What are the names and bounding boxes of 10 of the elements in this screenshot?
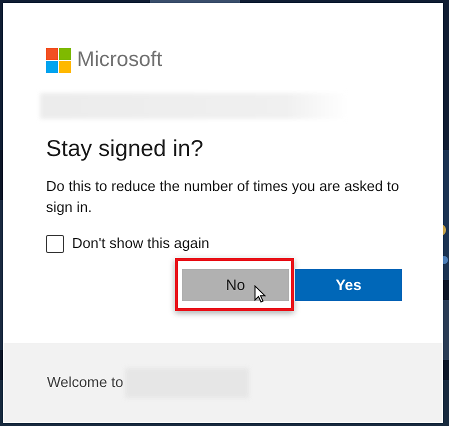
- checkbox[interactable]: [46, 235, 64, 253]
- brand-name: Microsoft: [77, 48, 162, 72]
- footer-text: Welcome to: [47, 375, 124, 391]
- yes-button[interactable]: Yes: [295, 269, 402, 301]
- dialog-title: Stay signed in?: [46, 134, 204, 163]
- checkbox-label[interactable]: Don't show this again: [72, 236, 210, 252]
- cursor-icon: [254, 285, 266, 303]
- logo-icon: [46, 48, 71, 72]
- description: Do this to reduce the number of times you are asked to sign in.: [46, 178, 400, 218]
- no-button[interactable]: No: [182, 269, 289, 301]
